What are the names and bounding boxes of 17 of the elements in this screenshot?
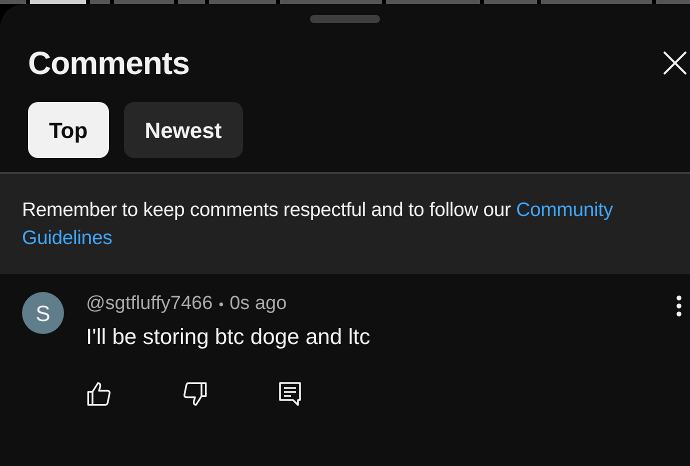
comment-text: I'll be storing btc doge and ltc — [86, 323, 372, 351]
reply-icon[interactable] — [278, 381, 302, 407]
filter-chip[interactable]: Top — [28, 102, 109, 158]
guidelines-link[interactable]: Community — [516, 199, 613, 221]
guidelines-link[interactable]: Guidelines — [22, 227, 112, 249]
separator-dot: • — [218, 294, 224, 314]
panel-title: Comments — [28, 44, 190, 83]
filter-chip[interactable]: Newest — [124, 102, 243, 158]
drag-handle[interactable] — [310, 15, 380, 23]
close-icon[interactable] — [662, 50, 688, 76]
avatar[interactable]: S — [22, 292, 64, 334]
thumbs-down-icon[interactable] — [182, 381, 208, 407]
comment-time: 0s ago — [230, 292, 287, 316]
thumbs-up-icon[interactable] — [86, 381, 112, 407]
more-options-icon[interactable] — [676, 295, 682, 317]
guidelines-notice: Remember to keep comments respectful and to follow our Community Guidelines — [22, 198, 614, 251]
comment-author[interactable]: @sgtfluffy7466 — [86, 290, 213, 318]
